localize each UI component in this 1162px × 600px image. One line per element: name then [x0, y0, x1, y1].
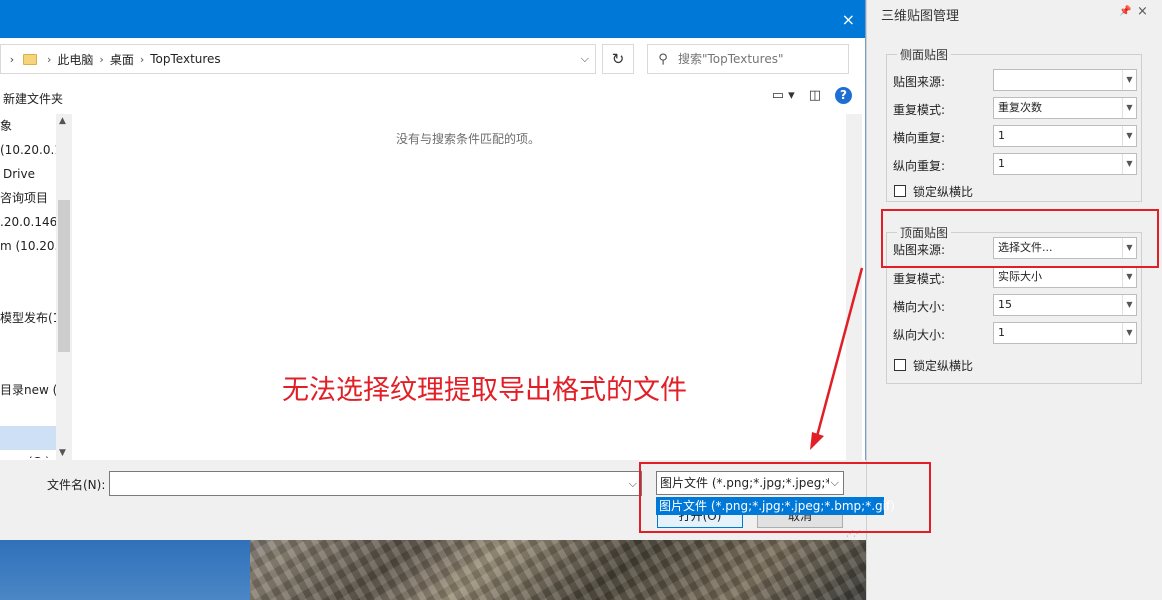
combo-value: 实际大小 — [998, 270, 1042, 283]
chevron-down-icon[interactable]: ▼ — [1122, 267, 1136, 287]
scrollbar-thumb[interactable] — [58, 200, 70, 352]
top-v-size-combo[interactable]: 1 ▼ — [993, 322, 1137, 344]
top-repeat-mode-row: 重复模式: 实际大小 ▼ — [893, 266, 1139, 288]
nav-scrollbar[interactable]: ▲ ▼ — [56, 114, 72, 460]
breadcrumb-desktop[interactable]: 桌面 — [104, 51, 140, 68]
chevron-down-icon[interactable]: ⌵ — [581, 52, 589, 66]
combo-value: 1 — [998, 129, 1005, 142]
combo-value: 1 — [998, 326, 1005, 339]
chevron-down-icon[interactable]: ▼ — [1122, 70, 1136, 90]
pin-icon[interactable]: 📌 — [1119, 6, 1131, 17]
map-background-image — [0, 535, 866, 600]
scroll-up-icon[interactable]: ▲ — [59, 116, 66, 126]
checkbox-label: 锁定纵横比 — [913, 185, 974, 199]
combo-value: 15 — [998, 298, 1012, 311]
refresh-icon: ↻ — [611, 50, 625, 68]
annotation-text: 无法选择纹理提取导出格式的文件 — [282, 375, 687, 406]
dialog-titlebar: × — [0, 0, 865, 38]
view-controls: ▭ ▾ ◫ ? — [772, 87, 852, 104]
scroll-down-icon[interactable]: ▼ — [59, 448, 66, 458]
address-bar[interactable]: › › 此电脑 › 桌面 › TopTextures ⌵ — [0, 44, 596, 74]
top-v-size-row: 纵向大小: 1 ▼ — [893, 322, 1139, 344]
close-icon[interactable]: × — [842, 12, 855, 28]
breadcrumb-this-pc[interactable]: 此电脑 — [51, 51, 99, 68]
filename-field[interactable]: ⌵ — [109, 471, 642, 496]
chevron-down-icon[interactable]: ▼ — [1122, 295, 1136, 315]
chevron-right-icon[interactable]: › — [1, 53, 23, 66]
checkbox-box[interactable] — [894, 359, 906, 371]
help-icon[interactable]: ? — [835, 87, 852, 104]
side-texture-group: 侧面贴图 贴图来源: ▼ 重复模式: 重复次数 ▼ 横向重复: 1 ▼ 纵向重复: … — [886, 46, 1142, 202]
chevron-down-icon[interactable]: ▼ — [1122, 126, 1136, 146]
checkbox-label: 锁定纵横比 — [913, 359, 974, 373]
empty-message: 没有与搜索条件匹配的项。 — [395, 132, 540, 146]
side-source-row: 贴图来源: ▼ — [893, 69, 1139, 91]
field-label: 重复模式: — [893, 272, 946, 286]
search-box[interactable]: ⚲ — [647, 44, 849, 74]
side-v-repeat-combo[interactable]: 1 ▼ — [993, 153, 1137, 175]
chevron-down-icon[interactable]: ▼ — [1122, 154, 1136, 174]
filetype-option[interactable]: 图片文件 (*.png;*.jpg;*.jpeg;*.bmp;*.gif) — [656, 497, 895, 515]
file-list-area[interactable]: 没有与搜索条件匹配的项。 — [74, 114, 862, 460]
close-icon[interactable]: × — [1137, 4, 1148, 19]
top-h-size-row: 横向大小: 15 ▼ — [893, 294, 1139, 316]
chevron-down-icon[interactable]: ▼ — [1122, 98, 1136, 118]
combo-value: 1 — [998, 157, 1005, 170]
open-file-dialog: × › › 此电脑 › 桌面 › TopTextures ⌵ ↻ ⚲ 新建文件夹… — [0, 0, 895, 540]
checkbox-box[interactable] — [894, 185, 906, 197]
refresh-button[interactable]: ↻ — [602, 44, 634, 74]
field-label: 纵向大小: — [893, 328, 946, 342]
chevron-down-icon[interactable]: ▼ — [1122, 323, 1136, 343]
chevron-down-icon[interactable]: ⌵ — [629, 477, 637, 491]
field-label: 贴图来源: — [893, 75, 946, 89]
annotation-box-top-source — [881, 209, 1159, 268]
field-label: 横向大小: — [893, 300, 946, 314]
side-v-repeat-row: 纵向重复: 1 ▼ — [893, 153, 1139, 175]
field-label: 纵向重复: — [893, 159, 946, 173]
filename-label: 文件名(N): — [47, 478, 106, 492]
side-source-combo[interactable]: ▼ — [993, 69, 1137, 91]
side-h-repeat-row: 横向重复: 1 ▼ — [893, 125, 1139, 147]
search-icon: ⚲ — [658, 51, 668, 67]
address-row: › › 此电脑 › 桌面 › TopTextures ⌵ ↻ ⚲ — [0, 44, 866, 76]
side-repeat-mode-row: 重复模式: 重复次数 ▼ — [893, 97, 1139, 119]
top-repeat-mode-combo[interactable]: 实际大小 ▼ — [993, 266, 1137, 288]
field-label: 重复模式: — [893, 103, 946, 117]
content-scrollbar[interactable] — [846, 114, 862, 460]
side-repeat-mode-combo[interactable]: 重复次数 ▼ — [993, 97, 1137, 119]
search-input[interactable] — [678, 52, 838, 66]
panel-title: 三维贴图管理 — [881, 9, 960, 24]
field-label: 横向重复: — [893, 131, 946, 145]
combo-value: 重复次数 — [998, 101, 1042, 114]
side-h-repeat-combo[interactable]: 1 ▼ — [993, 125, 1137, 147]
group-title: 侧面贴图 — [897, 46, 952, 63]
dialog-toolbar: 新建文件夹 ▭ ▾ ◫ ? — [0, 84, 866, 112]
sky-region — [0, 535, 250, 600]
new-folder-button[interactable]: 新建文件夹 — [3, 90, 63, 107]
breadcrumb-toptextures[interactable]: TopTextures — [144, 52, 226, 66]
preview-pane-icon[interactable]: ◫ — [809, 88, 821, 103]
top-h-size-combo[interactable]: 15 ▼ — [993, 294, 1137, 316]
view-mode-icon[interactable]: ▭ ▾ — [772, 88, 795, 103]
folder-icon — [23, 53, 37, 65]
